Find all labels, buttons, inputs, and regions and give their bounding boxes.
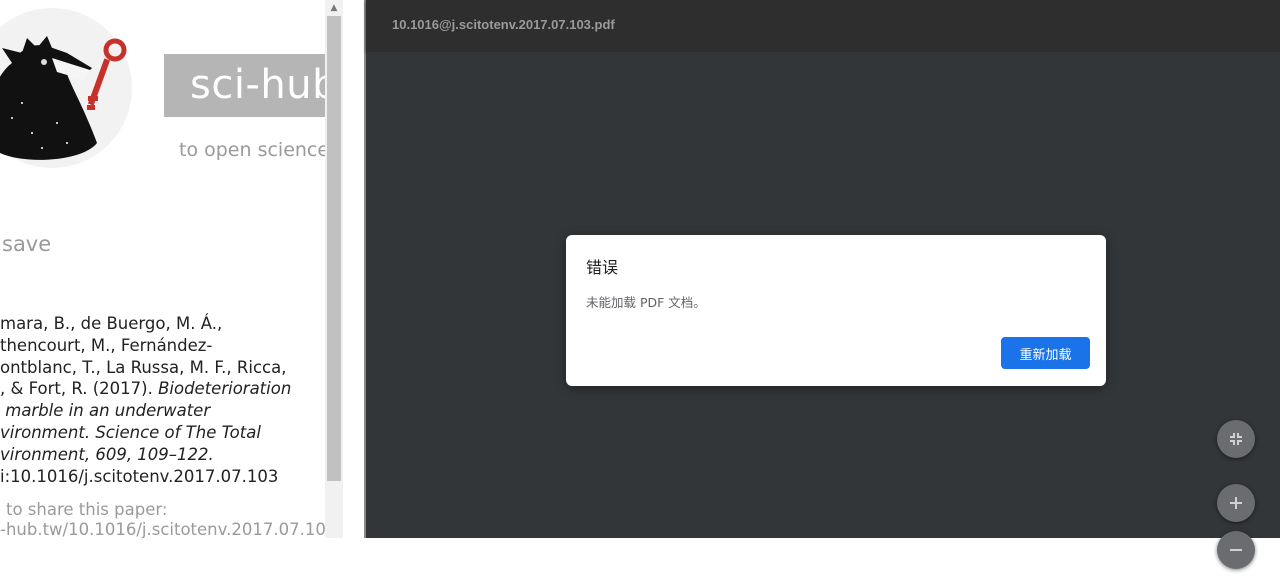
citation-line: marble in an underwater [0,401,211,421]
scroll-thumb[interactable] [327,16,341,481]
fit-to-page-icon [1230,433,1242,445]
citation-title: Biodeterioration [158,379,292,399]
error-dialog: 错误 未能加载 PDF 文档。 重新加载 [566,235,1106,386]
scihub-brand[interactable]: sci-hub [164,54,325,117]
citation-doi[interactable]: i:10.1016/j.scitotenv.2017.07.103 [0,467,278,486]
scihub-page: sci-hub to open science save mara, B., d… [0,0,325,538]
citation-line: thencourt, M., Fernández- [0,335,213,355]
zoom-out-button[interactable] [1217,531,1255,569]
pane-gap [343,0,365,538]
pdf-toolbar: 10.1016@j.scitotenv.2017.07.103.pdf [366,0,1280,52]
scrollbar[interactable]: ▲ [325,0,343,538]
scroll-up-arrow-icon[interactable]: ▲ [325,0,343,16]
citation-journal: vironment. Science of The Total [0,422,261,442]
share-url[interactable]: -hub.tw/10.1016/j.scitotenv.2017.07.103 [0,520,325,538]
zoom-in-button[interactable] [1217,484,1255,522]
error-title: 错误 [586,258,619,277]
plus-icon [1230,497,1242,509]
tagline: to open science [179,139,325,161]
save-link[interactable]: save [2,232,51,256]
citation-line: mara, B., de Buergo, M. Á., [0,314,223,333]
pdf-filename: 10.1016@j.scitotenv.2017.07.103.pdf [392,17,615,32]
reload-button[interactable]: 重新加载 [1001,337,1090,369]
citation-line: , & Fort, R. (2017). [0,379,159,399]
minus-icon [1230,549,1242,551]
fit-to-page-button[interactable] [1217,420,1255,458]
scihub-raven-logo[interactable] [0,8,144,168]
citation-volume: vironment, 609, 109–122. [0,444,214,464]
citation-line: ontblanc, T., La Russa, M. F., Ricca, [0,357,287,377]
share-label: to share this paper: [6,500,168,519]
error-message: 未能加载 PDF 文档。 [586,295,706,310]
citation: mara, B., de Buergo, M. Á., thencourt, M… [0,313,325,487]
pdf-viewer: 10.1016@j.scitotenv.2017.07.103.pdf 错误 未… [366,0,1280,569]
